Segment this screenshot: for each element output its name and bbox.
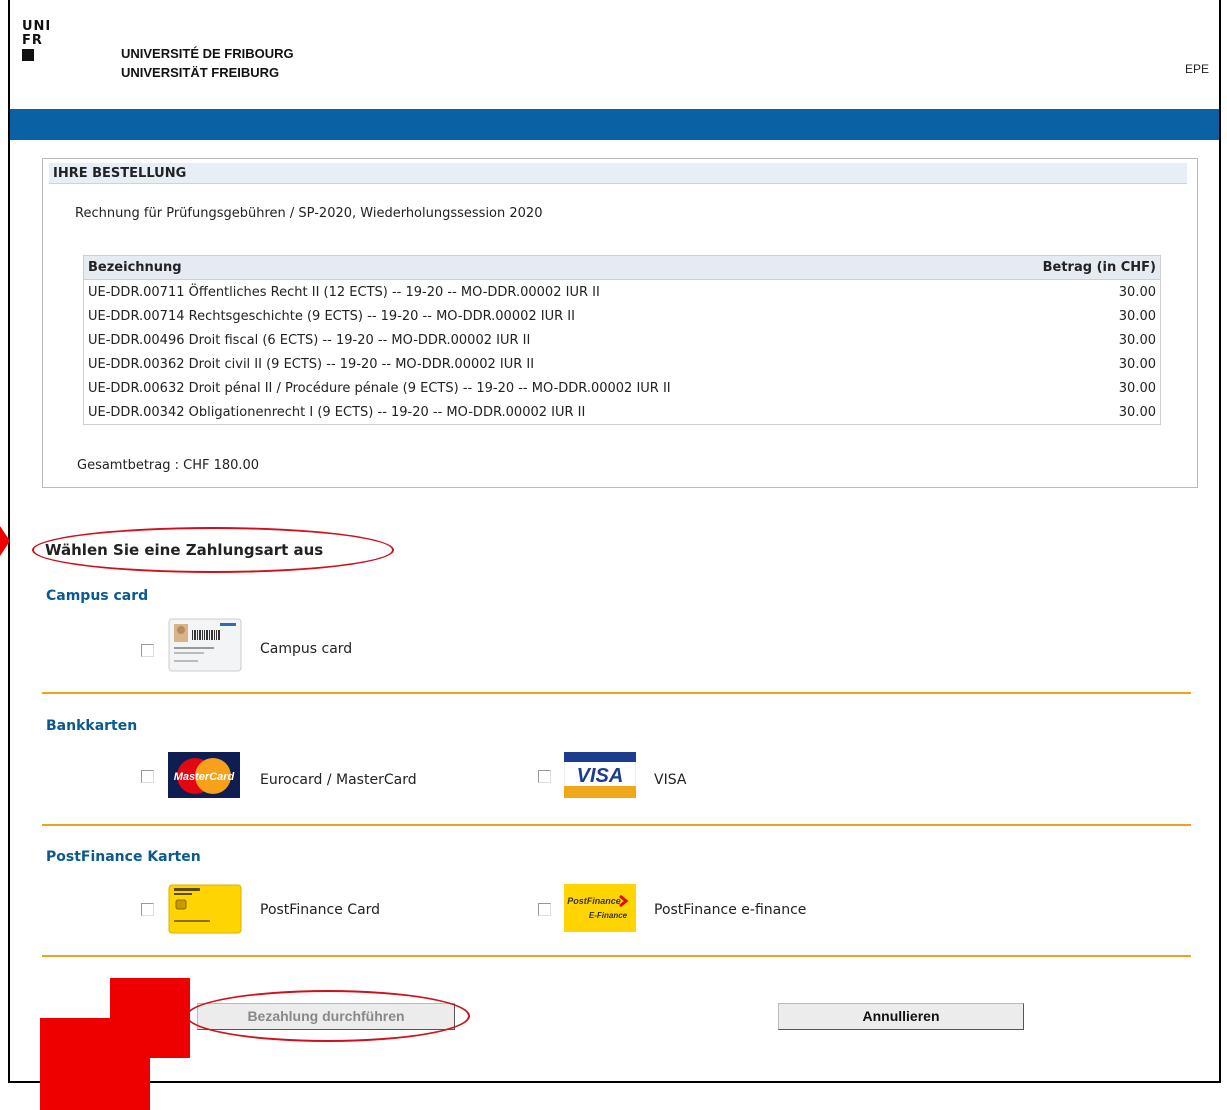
section-separator	[42, 824, 1191, 826]
mastercard-label[interactable]: Eurocard / MasterCard	[260, 772, 417, 788]
postfinance-card-checkbox[interactable]	[141, 903, 154, 916]
order-heading: IHRE BESTELLUNG	[49, 163, 1187, 184]
visa-logo-text: VISA	[577, 765, 624, 787]
column-header-description: Bezeichnung	[84, 256, 977, 280]
efinance-logo-text: E-Finance	[589, 911, 628, 920]
visa-checkbox[interactable]	[538, 770, 551, 783]
logo-line-1: UNI	[22, 19, 52, 34]
postfinance-efinance-checkbox[interactable]	[538, 903, 551, 916]
column-header-amount: Betrag (in CHF)	[976, 256, 1160, 280]
university-name-de: UNIVERSITÄT FREIBURG	[121, 65, 280, 80]
visa-icon: VISA	[563, 751, 637, 799]
item-amount: 30.00	[1118, 380, 1156, 396]
item-description: UE-DDR.00496 Droit fiscal (6 ECTS) -- 19…	[88, 332, 531, 348]
epe-label: EPE	[1184, 62, 1209, 76]
logo-square-icon	[22, 49, 34, 61]
university-name: UNIVERSITÉ DE FRIBOURG UNIVERSITÄT FREIB…	[121, 44, 294, 82]
campus-card-icon	[168, 618, 242, 672]
item-description: UE-DDR.00362 Droit civil II (9 ECTS) -- …	[88, 356, 535, 372]
table-row: UE-DDR.00342 Obligationenrecht I (9 ECTS…	[84, 400, 1160, 424]
item-amount: 30.00	[1118, 308, 1156, 324]
item-amount: 30.00	[1118, 356, 1156, 372]
item-description: UE-DDR.00711 Öffentliches Recht II (12 E…	[88, 284, 600, 300]
table-row: UE-DDR.00711 Öffentliches Recht II (12 E…	[84, 280, 1160, 305]
item-description: UE-DDR.00714 Rechtsgeschichte (9 ECTS) -…	[88, 308, 575, 324]
campus-card-label[interactable]: Campus card	[260, 641, 352, 657]
highlight-ellipse	[186, 990, 470, 1042]
mastercard-icon: MasterCard	[168, 752, 240, 798]
highlight-ellipse	[32, 527, 394, 573]
item-amount: 30.00	[1118, 404, 1156, 420]
postfinance-efinance-label[interactable]: PostFinance e-finance	[654, 902, 806, 918]
postfinance-card-label[interactable]: PostFinance Card	[260, 902, 380, 918]
table-row: UE-DDR.00362 Droit civil II (9 ECTS) -- …	[84, 352, 1160, 376]
mastercard-checkbox[interactable]	[141, 770, 154, 783]
cancel-button[interactable]: Annullieren	[778, 1003, 1024, 1030]
visa-label[interactable]: VISA	[654, 772, 686, 788]
section-title-campus: Campus card	[46, 588, 149, 604]
page-frame: UNI FR UNIVERSITÉ DE FRIBOURG UNIVERSITÄ…	[8, 0, 1221, 1083]
item-amount: 30.00	[1118, 284, 1156, 300]
item-description: UE-DDR.00342 Obligationenrecht I (9 ECTS…	[88, 404, 586, 420]
campus-card-checkbox[interactable]	[141, 644, 154, 657]
table-row: UE-DDR.00714 Rechtsgeschichte (9 ECTS) -…	[84, 304, 1160, 328]
annotation-arrow-icon	[40, 978, 190, 1110]
annotation-arrow-icon	[0, 526, 10, 556]
item-amount: 30.00	[1118, 332, 1156, 348]
header-bar	[10, 109, 1219, 140]
section-title-postfinance: PostFinance Karten	[46, 849, 201, 865]
table-header-row: Bezeichnung Betrag (in CHF)	[84, 256, 1160, 280]
order-items-table: Bezeichnung Betrag (in CHF) UE-DDR.00711…	[83, 255, 1161, 425]
order-box: IHRE BESTELLUNG Rechnung für Prüfungsgeb…	[42, 158, 1198, 488]
item-description: UE-DDR.00632 Droit pénal II / Procédure …	[88, 380, 671, 396]
table-row: UE-DDR.00632 Droit pénal II / Procédure …	[84, 376, 1160, 400]
university-logo: UNI FR	[22, 20, 51, 61]
postfinance-card-icon	[168, 884, 242, 934]
section-title-bank: Bankkarten	[46, 718, 138, 734]
section-separator	[42, 955, 1191, 957]
mastercard-logo-text: MasterCard	[174, 771, 235, 783]
invoice-title: Rechnung für Prüfungsgebühren / SP-2020,…	[75, 206, 543, 221]
postfinance-logo-text: PostFinance	[567, 896, 621, 906]
section-separator	[42, 692, 1191, 694]
order-total: Gesamtbetrag : CHF 180.00	[77, 458, 260, 473]
university-name-fr: UNIVERSITÉ DE FRIBOURG	[121, 46, 294, 61]
table-row: UE-DDR.00496 Droit fiscal (6 ECTS) -- 19…	[84, 328, 1160, 352]
postfinance-efinance-icon: PostFinance E-Finance	[564, 884, 636, 932]
logo-line-2: FR	[22, 33, 43, 48]
